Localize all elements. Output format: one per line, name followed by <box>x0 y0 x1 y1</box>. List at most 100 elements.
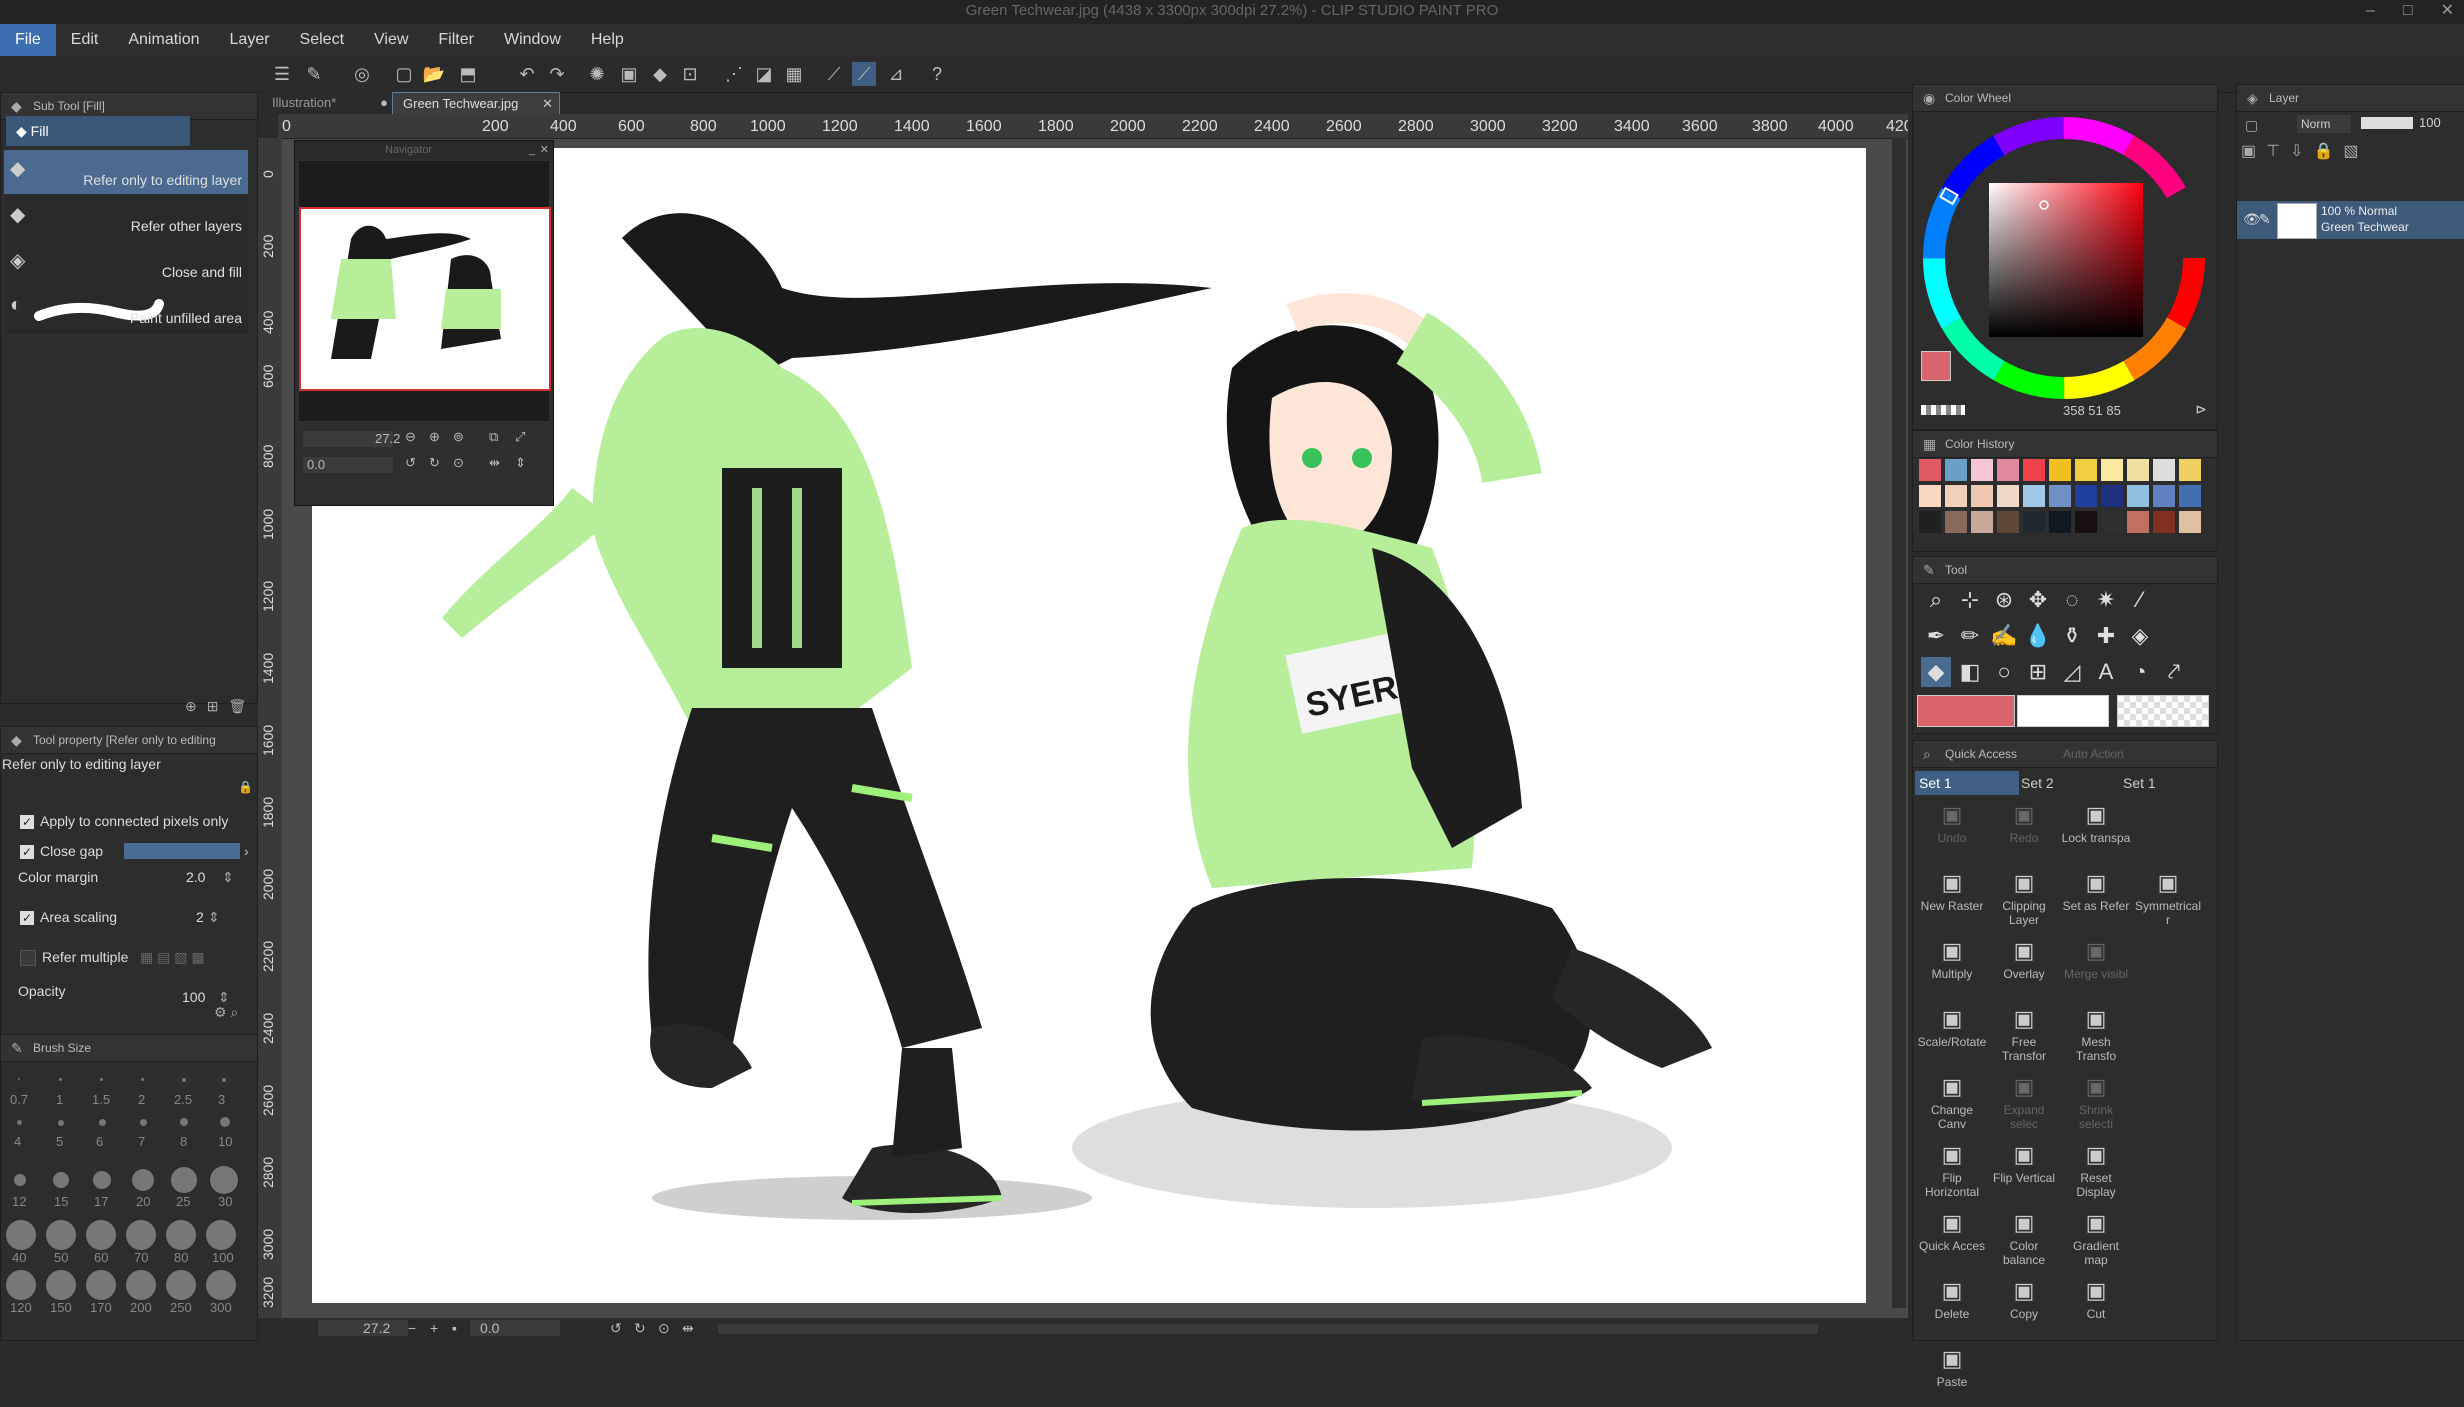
pen-icon[interactable]: ✎ <box>2259 211 2271 228</box>
figure-icon[interactable]: ○ <box>1989 657 2019 687</box>
tab-illustration[interactable]: Illustration* ● <box>262 92 394 114</box>
opacity-value[interactable]: 100 <box>182 984 205 1010</box>
flip-icon[interactable]: ⇹ <box>682 1320 694 1337</box>
refer-multiple-row[interactable]: Refer multiple ▦ ▤ ▧ ▩ <box>20 944 260 970</box>
flip-vertical-icon[interactable]: ⇕ <box>515 455 526 471</box>
checkbox-checked[interactable]: ✓ <box>20 911 34 926</box>
airbrush-icon[interactable]: ⚱ <box>2057 621 2087 651</box>
color-history-swatch[interactable] <box>1919 459 1941 481</box>
brush-size-swatch[interactable] <box>6 1270 36 1300</box>
brush-size-swatch[interactable] <box>166 1220 196 1250</box>
search-icon[interactable]: ⌕ <box>230 1004 238 1020</box>
area-scaling-value[interactable]: 2 <box>196 904 204 930</box>
color-history-swatch[interactable] <box>1945 459 1967 481</box>
reset-display-button[interactable]: ▣ Reset Display <box>2061 1139 2131 1203</box>
menu-help[interactable]: Help <box>576 24 639 56</box>
brush-size-swatch[interactable] <box>58 1120 64 1126</box>
rotate-left-icon[interactable]: ↺ <box>405 455 416 471</box>
set-dropdown[interactable]: Set 1 <box>2119 771 2219 795</box>
main-color-bar[interactable] <box>1917 695 2015 727</box>
color-history-swatch[interactable] <box>2049 459 2071 481</box>
minimize-button[interactable]: – <box>2366 0 2375 22</box>
stepper-icon[interactable]: ⇕ <box>222 864 234 890</box>
color-history-swatch[interactable] <box>2075 459 2097 481</box>
undo-button[interactable]: ▣ Undo <box>1917 799 1987 863</box>
save-icon[interactable]: ⬒ <box>456 62 480 86</box>
multiply-button[interactable]: ▣ Multiply <box>1917 935 1987 999</box>
brush-size-swatch[interactable] <box>141 1078 144 1081</box>
redo-button[interactable]: ▣ Redo <box>1989 799 2059 863</box>
brush-size-swatch[interactable] <box>14 1174 26 1186</box>
menu-animation[interactable]: Animation <box>113 24 214 56</box>
brush-size-swatch[interactable] <box>99 1119 106 1126</box>
maximize-button[interactable]: □ <box>2403 0 2413 22</box>
close-button[interactable]: ✕ <box>2441 0 2454 22</box>
zoom-in-icon[interactable]: ⊕ <box>429 429 440 445</box>
color-history-swatch[interactable] <box>2101 459 2123 481</box>
move-layer-icon[interactable]: ✥ <box>2023 585 2053 615</box>
fill-icon[interactable]: ◆ <box>1921 657 1951 687</box>
brush-size-swatch[interactable] <box>140 1119 147 1126</box>
brush-size-swatch[interactable] <box>18 1078 20 1080</box>
checkbox-checked[interactable]: ✓ <box>20 845 34 860</box>
apply-connected-row[interactable]: ✓ Apply to connected pixels only <box>20 808 260 834</box>
brush-size-swatch[interactable] <box>100 1078 103 1081</box>
brush-size-swatch[interactable] <box>86 1220 116 1250</box>
preset-close-and-fill[interactable]: ◈ Close and fill <box>4 242 248 287</box>
transparent-color-swatch[interactable] <box>1921 405 1965 415</box>
brush-size-swatch[interactable] <box>53 1172 69 1188</box>
color-history-swatch[interactable] <box>1945 511 1967 533</box>
color-history-swatch[interactable] <box>1945 485 1967 507</box>
ruler-icon[interactable]: ◿ <box>2057 657 2087 687</box>
opacity-slider[interactable] <box>2361 117 2413 129</box>
preset-paint-unfilled[interactable]: ◐ Paint unfilled area <box>4 288 248 333</box>
blend-mode-select[interactable]: Norm <box>2297 115 2351 133</box>
color-history-swatch[interactable] <box>2127 485 2149 507</box>
brush-size-swatch[interactable] <box>17 1120 22 1125</box>
menu-layer[interactable]: Layer <box>215 24 285 56</box>
lock-transparency-button[interactable]: ▣ Lock transpa <box>2061 799 2131 863</box>
menu-filter[interactable]: Filter <box>423 24 489 56</box>
color-history-swatch[interactable] <box>1919 511 1941 533</box>
color-history-swatch[interactable] <box>1919 485 1941 507</box>
checkbox-unchecked[interactable] <box>20 950 36 967</box>
gradient-map-button[interactable]: ▣ Gradient map <box>2061 1207 2131 1271</box>
correction-line-icon[interactable]: ⤤ <box>2159 657 2189 687</box>
preset-refer-editing[interactable]: ◆ Refer only to editing layer <box>4 150 248 195</box>
stepper-icon[interactable]: ⇕ <box>208 904 220 930</box>
asset-icon[interactable]: ◎ <box>350 62 374 86</box>
brush-size-swatch[interactable] <box>180 1118 188 1126</box>
rotate-left-icon[interactable]: ↺ <box>610 1320 622 1337</box>
color-history-swatch[interactable] <box>2049 511 2071 533</box>
paste-button[interactable]: ▣ Paste <box>1917 1343 1987 1407</box>
scale-rotate-button[interactable]: ▣ Scale/Rotate <box>1917 1003 1987 1067</box>
help-icon[interactable]: ? <box>925 62 949 86</box>
minimize-icon[interactable]: _ <box>529 141 535 159</box>
brush-size-swatch[interactable] <box>222 1078 226 1082</box>
copy-button[interactable]: ▣ Copy <box>1989 1275 2059 1339</box>
move-icon[interactable]: ⊹ <box>1955 585 1985 615</box>
mesh-transform-button[interactable]: ▣ Mesh Transfo <box>2061 1003 2131 1067</box>
navigator-view-frame[interactable] <box>299 207 551 391</box>
menu-view[interactable]: View <box>359 24 423 56</box>
color-history-swatch[interactable] <box>2127 511 2149 533</box>
set-tab-2[interactable]: Set 2 <box>2017 771 2117 795</box>
delete-button[interactable]: ▣ Delete <box>1917 1275 1987 1339</box>
set-tab-1[interactable]: Set 1 <box>1915 771 2019 795</box>
menu-icon[interactable]: ☰ <box>270 62 294 86</box>
create-subtool-icon[interactable]: ⊞ <box>207 698 219 715</box>
brush-icon[interactable]: ✍ <box>1989 621 2019 651</box>
copy-subtool-icon[interactable]: ⊕ <box>185 698 197 715</box>
flip-horizontal-button[interactable]: ▣ Flip Horizontal <box>1917 1139 1987 1203</box>
tab-green-techwear[interactable]: Green Techwear.jpg ✕ <box>392 92 560 116</box>
delete-subtool-icon[interactable]: 🗑 <box>228 698 246 715</box>
color-history-swatch[interactable] <box>2023 511 2045 533</box>
color-mode-icon[interactable]: ⊳ <box>2195 401 2207 418</box>
close-gap-selector[interactable] <box>124 843 240 859</box>
color-history-swatch[interactable] <box>2101 485 2123 507</box>
chevron-right-icon[interactable]: › <box>244 838 249 864</box>
color-wheel[interactable] <box>1919 113 2209 403</box>
color-history-swatch[interactable] <box>2153 459 2175 481</box>
brush-size-swatch[interactable] <box>59 1078 62 1081</box>
new-raster-button[interactable]: ▣ New Raster <box>1917 867 1987 931</box>
